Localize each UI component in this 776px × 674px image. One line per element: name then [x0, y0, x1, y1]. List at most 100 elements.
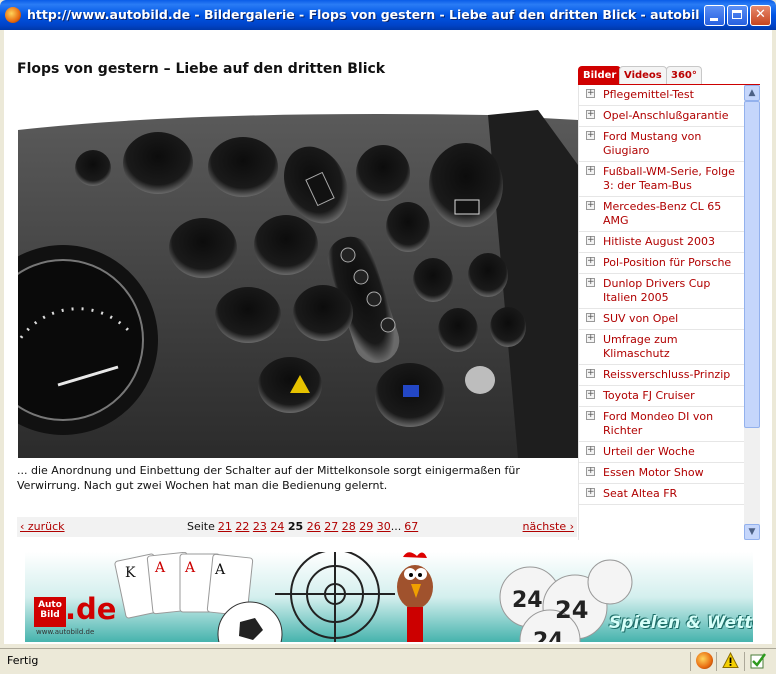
photo-caption: ... die Anordnung und Einbettung der Sch… [17, 464, 520, 492]
logo-url: www.autobild.de [36, 628, 95, 636]
page-link[interactable]: 21 [218, 520, 232, 533]
gallery-list: + Pflegemittel-Test + Opel-Anschlußgaranti… [578, 85, 745, 540]
prev-page-link[interactable]: ‹ zurück [20, 517, 65, 537]
list-item[interactable]: + SUV von Opel [579, 309, 745, 330]
page-link[interactable]: 27 [324, 520, 338, 533]
expand-icon: + [586, 165, 595, 175]
ad-banner[interactable]: K A A A 24 24 24 Auto Bild .de www.autob… [25, 552, 753, 642]
scroll-up-button[interactable]: ▲ [744, 85, 760, 101]
maximize-button[interactable] [727, 5, 748, 26]
page-numbers: Seite 21 22 23 24 25 26 27 28 29 30... 67 [187, 517, 418, 537]
minimize-icon [710, 18, 718, 21]
svg-text:A: A [184, 560, 196, 576]
expand-icon: + [586, 312, 595, 322]
list-item[interactable]: + Pol-Position für Porsche [579, 253, 745, 274]
list-item-label: Seat Altea FR [603, 487, 678, 500]
dashboard-switches-image [18, 110, 578, 458]
list-item[interactable]: + Ford Mondeo DI von Richter [579, 407, 745, 442]
scroll-down-button[interactable]: ▼ [744, 524, 760, 540]
page-link[interactable]: 23 [253, 520, 267, 533]
page-link[interactable]: 28 [342, 520, 356, 533]
svg-text:A: A [154, 560, 166, 576]
pager-prefix: Seite [187, 520, 215, 533]
maximize-icon [732, 10, 742, 19]
list-item-label: Ford Mondeo DI von Richter [603, 410, 714, 437]
list-item[interactable]: + Dunlop Drivers Cup Italien 2005 [579, 274, 745, 309]
window-title-bar[interactable]: http://www.autobild.de - Bildergalerie -… [0, 0, 776, 30]
window-title: http://www.autobild.de - Bildergalerie -… [27, 7, 699, 22]
list-item[interactable]: + Hitliste August 2003 [579, 232, 745, 253]
list-item[interactable]: + Mercedes-Benz CL 65 AMG [579, 197, 745, 232]
status-text: Fertig [7, 654, 39, 667]
expand-icon: + [586, 235, 595, 245]
list-item-label: Opel-Anschlußgarantie [603, 109, 729, 122]
page-link[interactable]: 29 [359, 520, 373, 533]
next-page-link[interactable]: nächste › [523, 517, 574, 537]
list-item[interactable]: + Seat Altea FR [579, 484, 745, 505]
expand-icon: + [586, 410, 595, 420]
warning-icon[interactable] [722, 652, 739, 669]
expand-icon: + [586, 88, 595, 98]
chevron-down-icon: ▼ [748, 527, 756, 537]
expand-icon: + [586, 333, 595, 343]
list-item[interactable]: + Reissverschluss-Prinzip [579, 365, 745, 386]
expand-icon: + [586, 445, 595, 455]
list-item[interactable]: + Essen Motor Show [579, 463, 745, 484]
banner-slogan: Spielen & Wetten [609, 613, 753, 633]
page-link[interactable]: 26 [307, 520, 321, 533]
list-scrollbar[interactable]: ▲ ▼ [744, 85, 760, 540]
expand-icon: + [586, 368, 595, 378]
list-item-label: Toyota FJ Cruiser [603, 389, 695, 402]
status-separator [744, 652, 745, 671]
list-item-label: Urteil der Woche [603, 445, 695, 458]
close-button[interactable]: ✕ [750, 5, 771, 26]
minimize-button[interactable] [704, 5, 725, 26]
list-item[interactable]: + Urteil der Woche [579, 442, 745, 463]
svg-text:A: A [214, 562, 226, 578]
gallery-pager: ‹ zurück Seite 21 22 23 24 25 26 27 28 29… [17, 517, 577, 537]
expand-icon: + [586, 487, 595, 497]
page-link[interactable]: 24 [270, 520, 284, 533]
current-page: 25 [287, 520, 304, 533]
list-item[interactable]: + Umfrage zum Klimaschutz [579, 330, 745, 365]
expand-icon: + [586, 109, 595, 119]
firefox-icon [5, 7, 21, 23]
expand-icon: + [586, 389, 595, 399]
list-item-label: Fußball-WM-Serie, Folge 3: der Team-Bus [603, 165, 735, 192]
status-bar: Fertig [0, 648, 776, 674]
checkmark-icon[interactable] [750, 652, 767, 669]
list-item[interactable]: + Opel-Anschlußgarantie [579, 106, 745, 127]
close-icon: ✕ [755, 7, 766, 22]
tab-360[interactable]: 360° [666, 66, 702, 84]
last-page-link[interactable]: 67 [404, 520, 418, 533]
list-item-label: SUV von Opel [603, 312, 679, 325]
list-item[interactable]: + Fußball-WM-Serie, Folge 3: der Team-Bus [579, 162, 745, 197]
expand-icon: + [586, 466, 595, 476]
tab-videos[interactable]: Videos [619, 66, 667, 84]
pager-ellipsis: ... [390, 520, 402, 533]
autobild-logo: Auto Bild [34, 597, 66, 627]
list-item-label: Mercedes-Benz CL 65 AMG [603, 200, 722, 227]
gallery-photo[interactable] [18, 85, 578, 458]
page-content: Flops von gestern – Liebe auf den dritte… [4, 30, 772, 644]
scroll-thumb[interactable] [744, 101, 760, 428]
svg-text:24: 24 [555, 596, 588, 624]
firefox-status-icon[interactable] [696, 652, 713, 669]
list-item[interactable]: + Pflegemittel-Test [579, 85, 745, 106]
media-tabs: Bilder Videos 360° [578, 64, 760, 86]
status-separator [690, 652, 691, 671]
list-item-label: Pflegemittel-Test [603, 88, 694, 101]
svg-text:K: K [125, 565, 136, 581]
autobild-logo-de: .de [65, 592, 117, 626]
page-link[interactable]: 22 [235, 520, 249, 533]
page-title: Flops von gestern – Liebe auf den dritte… [17, 61, 386, 77]
list-item-label: Essen Motor Show [603, 466, 704, 479]
expand-icon: + [586, 256, 595, 266]
expand-icon: + [586, 130, 595, 140]
list-item[interactable]: + Ford Mustang von Giugiaro [579, 127, 745, 162]
page-link[interactable]: 30 [377, 520, 391, 533]
tab-bilder[interactable]: Bilder [578, 66, 622, 84]
list-item[interactable]: + Toyota FJ Cruiser [579, 386, 745, 407]
svg-text:24: 24 [533, 629, 564, 642]
list-item-label: Hitliste August 2003 [603, 235, 716, 248]
